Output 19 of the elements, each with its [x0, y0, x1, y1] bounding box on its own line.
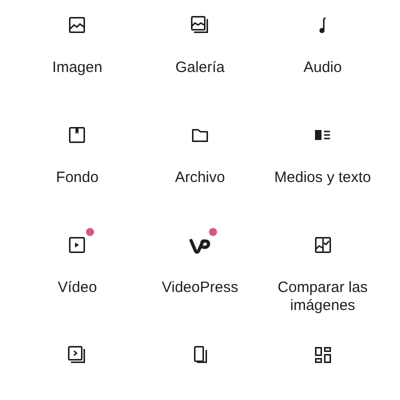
- block-item[interactable]: Comparar las imágenes: [261, 220, 384, 330]
- block-label: VideoPress: [162, 279, 238, 297]
- block-label: Comparar las imágenes: [276, 279, 369, 315]
- block-item[interactable]: Galería: [138, 0, 262, 110]
- block-item[interactable]: Vídeo: [16, 220, 139, 330]
- block-item[interactable]: Fondo: [16, 110, 139, 220]
- block-label: Galería: [175, 59, 225, 77]
- block-label: Archivo: [174, 169, 225, 187]
- block-item[interactable]: VideoPress: [138, 220, 262, 330]
- block-item[interactable]: Medios y texto: [261, 110, 384, 220]
- block-label: Fondo: [56, 169, 99, 187]
- music-note-icon: [319, 16, 326, 34]
- block-label: Medios y texto: [274, 169, 372, 187]
- block-item[interactable]: Archivo: [138, 110, 262, 220]
- block-item[interactable]: Imagen: [16, 0, 139, 110]
- block-item[interactable]: Audio: [261, 0, 384, 110]
- block-label: Audio: [303, 59, 342, 77]
- block-label: Vídeo: [58, 279, 97, 297]
- block-label: Imagen: [52, 59, 102, 77]
